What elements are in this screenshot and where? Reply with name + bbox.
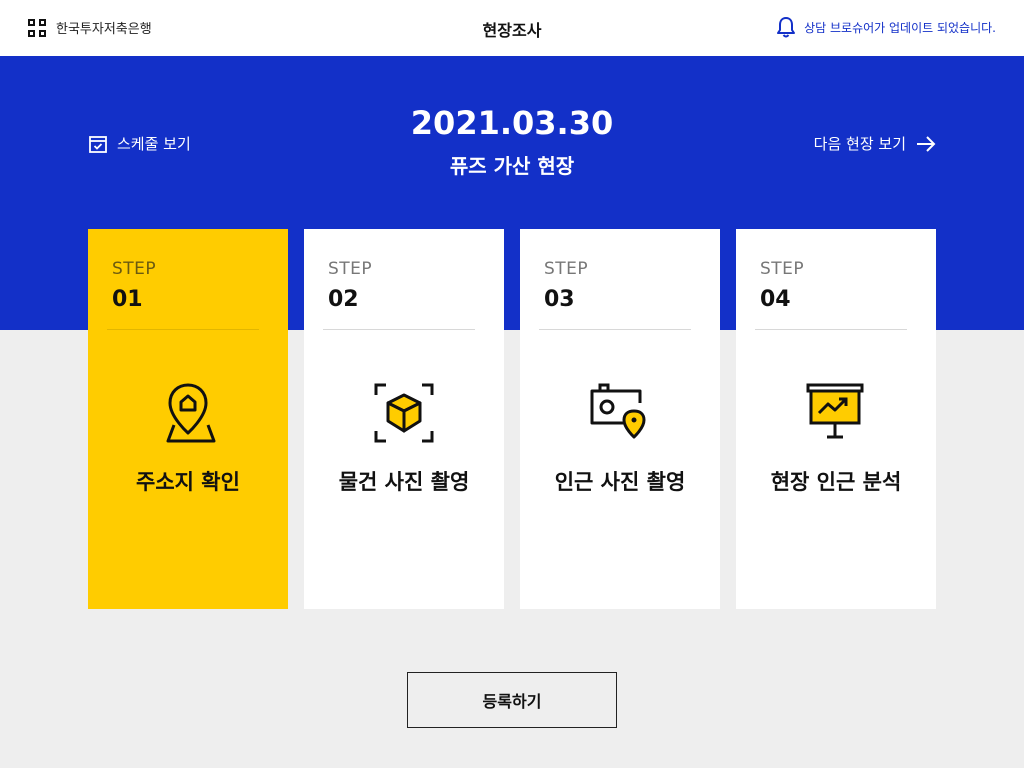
step-title: 현장 인근 분석 <box>770 470 902 494</box>
next-site-label: 다음 현장 보기 <box>813 135 906 153</box>
step-title: 물건 사진 촬영 <box>338 470 470 494</box>
step-label: STEP <box>760 259 805 279</box>
register-button[interactable]: 등록하기 <box>407 672 617 728</box>
step-card-1[interactable]: STEP 01 주소지 확인 <box>88 229 288 609</box>
step-title: 인근 사진 촬영 <box>554 470 686 494</box>
step-number: 04 <box>760 287 791 312</box>
step-number: 02 <box>328 287 359 312</box>
step-number: 01 <box>112 287 143 312</box>
presentation-chart-icon <box>806 383 864 439</box>
divider <box>323 329 475 330</box>
bell-icon[interactable] <box>776 16 796 38</box>
step-card-3[interactable]: STEP 03 인근 사진 촬영 <box>520 229 720 609</box>
map-pin-home-icon <box>166 383 216 443</box>
notification-text[interactable]: 상담 브로슈어가 업데이트 되었습니다. <box>804 19 996 36</box>
arrow-right-icon <box>917 135 936 152</box>
divider <box>107 329 259 330</box>
site-name: 퓨즈 가산 현장 <box>449 154 575 178</box>
camera-location-icon <box>590 383 646 439</box>
step-label: STEP <box>544 259 589 279</box>
top-bar: 한국투자저축은행 현장조사 상담 브로슈어가 업데이트 되었습니다. <box>0 0 1024 56</box>
step-label: STEP <box>112 259 157 279</box>
step-number: 03 <box>544 287 575 312</box>
step-label: STEP <box>328 259 373 279</box>
divider <box>755 329 907 330</box>
next-site-link[interactable]: 다음 현장 보기 <box>814 133 936 154</box>
divider <box>539 329 691 330</box>
box-scan-icon <box>374 383 434 443</box>
notification[interactable]: 상담 브로슈어가 업데이트 되었습니다. <box>776 16 996 38</box>
step-card-4[interactable]: STEP 04 현장 인근 분석 <box>736 229 936 609</box>
step-title: 주소지 확인 <box>136 470 240 494</box>
step-card-2[interactable]: STEP 02 물건 사진 촬영 <box>304 229 504 609</box>
step-cards: STEP 01 주소지 확인 STEP 02 물건 사진 촬영 STEP 03 <box>88 229 936 609</box>
